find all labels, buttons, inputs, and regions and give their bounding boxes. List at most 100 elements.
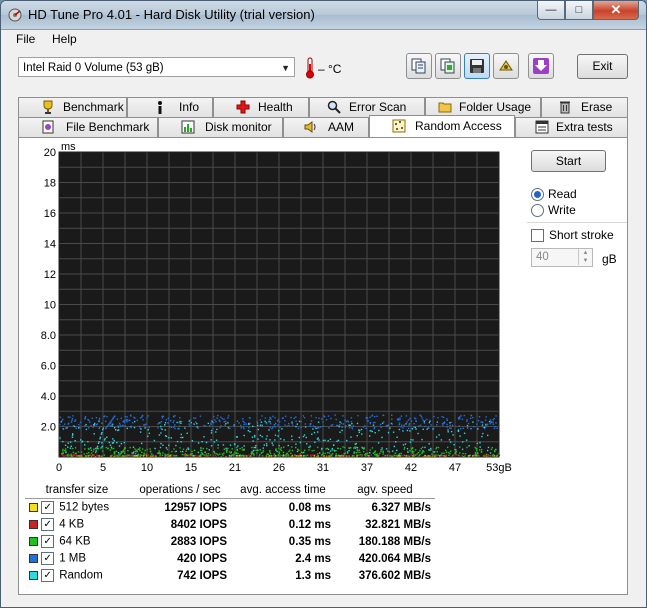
- data-point: [158, 434, 161, 436]
- tab-random-access[interactable]: Random Access: [369, 115, 515, 137]
- menu-help[interactable]: Help: [52, 32, 77, 46]
- tab-benchmark[interactable]: Benchmark: [18, 97, 127, 117]
- data-point: [448, 451, 450, 454]
- data-point: [366, 420, 369, 422]
- data-point: [290, 452, 292, 455]
- data-point: [476, 449, 478, 452]
- maximize-button[interactable]: □: [565, 1, 593, 20]
- data-point: [261, 435, 263, 438]
- access-time-chart: 20 18 16 14 12 10 8.0 6.0 4.0 2.0 ms 0 5 10 15 21 26 31 37…: [41, 141, 512, 474]
- data-point: [296, 423, 298, 425]
- series-checkbox[interactable]: ✓: [41, 552, 55, 565]
- data-point: [348, 424, 350, 426]
- data-point: [436, 421, 439, 423]
- write-radio[interactable]: [531, 203, 544, 217]
- data-point: [112, 417, 114, 419]
- data-point: [419, 424, 422, 427]
- drive-select[interactable]: Intel Raid 0 Volume (53 gB) ▼: [18, 57, 295, 77]
- close-button[interactable]: ✕: [593, 1, 639, 20]
- short-stroke-spinner[interactable]: 40 ▲ ▼: [531, 248, 593, 267]
- data-point: [479, 446, 481, 448]
- save-button[interactable]: [464, 53, 490, 79]
- download-button[interactable]: [528, 53, 554, 79]
- tab-disk-monitor[interactable]: Disk monitor: [158, 117, 283, 137]
- tab-aam[interactable]: AAM: [283, 117, 369, 137]
- data-point: [227, 447, 229, 450]
- read-radio[interactable]: [531, 187, 544, 201]
- data-point: [113, 453, 116, 455]
- data-point: [349, 424, 351, 426]
- data-point: [374, 450, 376, 453]
- data-point: [350, 436, 352, 438]
- data-point: [144, 449, 146, 452]
- series-checkbox[interactable]: ✓: [41, 501, 55, 514]
- series-checkbox[interactable]: ✓: [41, 518, 55, 531]
- tab-extra-tests[interactable]: Extra tests: [515, 117, 628, 137]
- start-button[interactable]: Start: [531, 150, 606, 172]
- data-point: [117, 452, 120, 454]
- data-point: [115, 450, 118, 453]
- tab-folder-usage[interactable]: Folder Usage: [425, 97, 541, 117]
- data-point: [302, 435, 305, 438]
- data-point: [310, 454, 312, 456]
- tab-error-scan[interactable]: Error Scan: [309, 97, 425, 117]
- title-bar[interactable]: HD Tune Pro 4.01 - Hard Disk Utility (tr…: [1, 1, 646, 30]
- data-point: [230, 452, 232, 454]
- data-point: [164, 453, 166, 455]
- tab-info[interactable]: Info: [127, 97, 213, 117]
- data-point: [92, 426, 94, 428]
- data-point: [75, 427, 77, 429]
- data-point: [480, 451, 483, 453]
- series-checkbox[interactable]: ✓: [41, 569, 55, 582]
- data-point: [196, 422, 198, 425]
- header-operations: operations / sec: [129, 482, 231, 499]
- data-point: [339, 421, 341, 423]
- data-point: [340, 422, 343, 424]
- data-point: [229, 444, 232, 446]
- copy-info-button[interactable]: [406, 53, 432, 79]
- data-point: [308, 449, 310, 451]
- data-point: [418, 425, 420, 427]
- y-tick-label: 20: [44, 147, 56, 159]
- data-point: [446, 418, 448, 420]
- data-point: [259, 449, 262, 451]
- minimize-button[interactable]: —: [537, 1, 565, 20]
- short-stroke-option[interactable]: Short stroke: [531, 228, 614, 242]
- data-point: [421, 446, 424, 448]
- data-point: [216, 417, 218, 419]
- exit-button[interactable]: Exit: [577, 54, 628, 79]
- data-point: [289, 449, 291, 451]
- short-stroke-checkbox[interactable]: [531, 228, 544, 242]
- series-checkbox[interactable]: ✓: [41, 535, 55, 548]
- data-point: [485, 453, 488, 456]
- data-point: [443, 452, 445, 454]
- data-point: [443, 421, 446, 423]
- data-point: [409, 417, 411, 420]
- menu-file[interactable]: File: [16, 32, 35, 46]
- copy-screenshot-button[interactable]: [435, 53, 461, 79]
- data-point: [144, 454, 146, 456]
- data-point: [208, 425, 211, 427]
- data-point: [170, 437, 172, 439]
- data-point: [433, 415, 435, 418]
- trophy-icon: [43, 100, 53, 114]
- data-point: [189, 419, 192, 421]
- data-point: [134, 455, 136, 457]
- write-option[interactable]: Write: [531, 203, 576, 217]
- data-point: [214, 454, 217, 456]
- chevron-down-icon: ▼: [281, 63, 290, 73]
- tab-file-benchmark[interactable]: File Benchmark: [18, 117, 158, 137]
- data-point: [98, 427, 101, 429]
- tab-health[interactable]: Health: [213, 97, 309, 117]
- options-button[interactable]: [493, 53, 519, 79]
- read-option[interactable]: Read: [531, 187, 577, 201]
- data-point: [477, 452, 479, 454]
- size-cell: ✓ 512 bytes: [25, 499, 129, 517]
- data-point: [98, 441, 100, 443]
- tab-erase[interactable]: Erase: [541, 97, 628, 117]
- spin-down-icon[interactable]: ▼: [578, 257, 592, 265]
- data-point: [446, 426, 448, 428]
- data-point: [351, 426, 353, 428]
- spin-up-icon[interactable]: ▲: [578, 249, 592, 257]
- data-point: [133, 426, 136, 429]
